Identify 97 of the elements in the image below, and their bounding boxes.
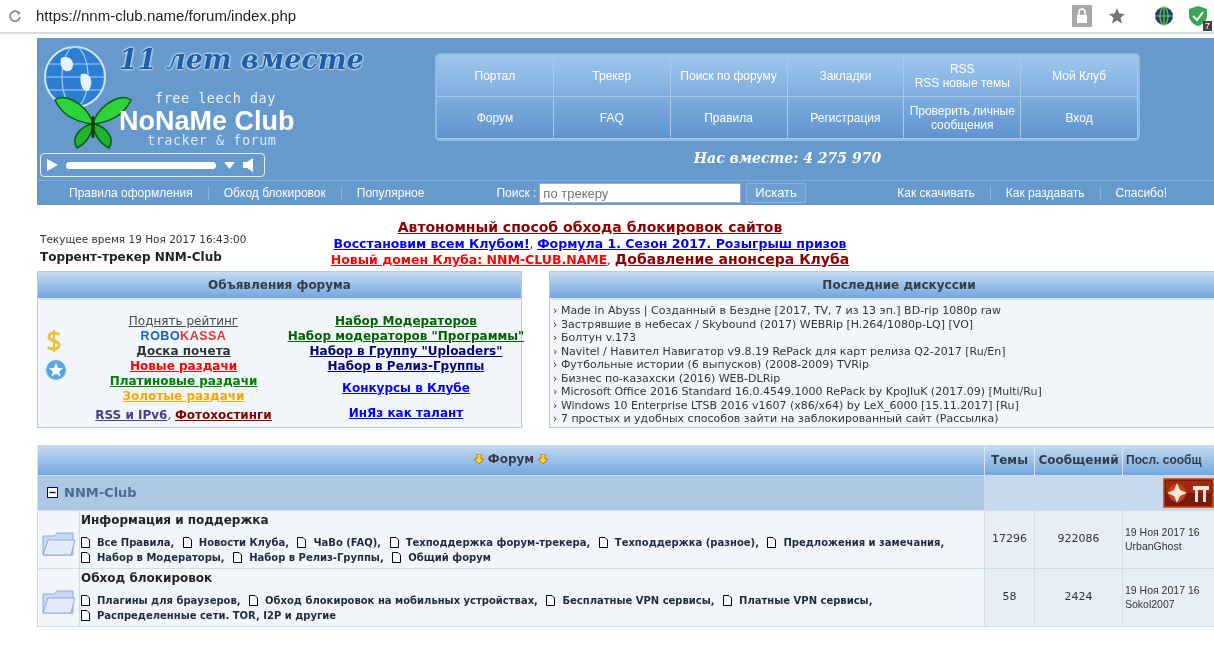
- folder-icon: [41, 530, 76, 558]
- forum-title[interactable]: Обход блокировок: [81, 570, 213, 586]
- subforum-link[interactable]: Платные VPN сервисы,: [739, 594, 873, 607]
- subforum-link[interactable]: Распределенные сети. TOR, I2P и другие: [97, 609, 336, 622]
- count-cell: 58: [984, 568, 1035, 626]
- subforum-link[interactable]: Набор в Модераторы,: [97, 551, 225, 564]
- members-count: Нас вместе: 4 275 970: [692, 149, 883, 168]
- play-icon[interactable]: [47, 159, 58, 171]
- announcement-link[interactable]: Добавление анонсера Клуба: [614, 251, 850, 267]
- collapse-icon[interactable]: [47, 487, 58, 498]
- page-icon: [297, 537, 307, 548]
- subforum-link[interactable]: Техподдержка (разное),: [614, 536, 759, 549]
- panel-title: Последние дискуссии: [550, 272, 1214, 300]
- arrow-down-icon: [538, 454, 549, 465]
- count-cell: 2424: [1034, 568, 1123, 626]
- page-icon: [723, 595, 733, 606]
- page-icon: [233, 552, 243, 563]
- logo-tagline: free leech day: [155, 92, 276, 106]
- subforum-link[interactable]: Предложения и замечания,: [783, 536, 945, 549]
- page-icon: [598, 537, 608, 548]
- subforum-link[interactable]: Новости Клуба,: [198, 536, 289, 549]
- subforum-link[interactable]: ЧаВо (FAQ),: [313, 536, 382, 549]
- column-header: Посл. сообщ: [1122, 445, 1214, 475]
- announcement-link[interactable]: Фотохостинги: [174, 408, 272, 422]
- count-cell: 17296: [984, 510, 1035, 568]
- announcement-link[interactable]: Автономный способ обхода блокировок сайтов: [397, 219, 783, 235]
- column-header: Сообщений: [1034, 445, 1123, 475]
- subforum-link[interactable]: Обход блокировок на мобильных устройствах,: [265, 594, 538, 607]
- subforum-link[interactable]: Техподдержка форум-трекера,: [405, 536, 591, 549]
- announcement-link[interactable]: Набор в Группу "Uploaders": [309, 344, 503, 358]
- page-icon: [249, 595, 259, 606]
- announcement-link[interactable]: Конкурсы в Клубе: [342, 381, 470, 395]
- logo-name: NoNaMe Club: [119, 108, 295, 135]
- forum-title[interactable]: Информация и поддержка: [81, 512, 269, 528]
- discussion-link[interactable]: › Made in Abyss | Созданный в Бездне [2017, TV, 7 из 13 эп.] BD-rip 1080p raw: [553, 304, 1214, 318]
- logo-headline: 11 лет вместе: [119, 46, 364, 73]
- page-icon: [767, 537, 777, 548]
- discussion-link[interactable]: › Застрявшие в небесах / Skybound (2017) WEBRip [H.264/1080p-LQ] [VO]: [553, 317, 1214, 331]
- star-icon[interactable]: [1108, 7, 1126, 25]
- search-field[interactable]: по трекеру: [539, 183, 742, 203]
- last-post-date: 19 Ноя 2017 16: [1125, 525, 1201, 539]
- separator-text: ,: [607, 254, 611, 267]
- arrow-down-icon: [473, 454, 484, 465]
- page-icon: [392, 552, 402, 563]
- announcement-link[interactable]: Доска почета: [136, 344, 231, 358]
- folder-icon: [41, 588, 76, 616]
- separator-text: ,: [167, 409, 171, 422]
- globe-icon[interactable]: [1154, 6, 1174, 26]
- page-icon: [182, 537, 192, 548]
- announcement-link[interactable]: Набор Модераторов: [335, 314, 477, 328]
- announcement-link[interactable]: Формула 1. Сезон 2017. Розыгрыш призов: [537, 236, 847, 251]
- subforum-link[interactable]: Бесплатные VPN сервисы,: [562, 594, 715, 607]
- caret-icon[interactable]: [224, 161, 235, 169]
- discussion-link[interactable]: › Бизнес по-казахски (2016) WEB-DLRip: [553, 371, 1214, 385]
- last-post-author[interactable]: UrbanGhost: [1125, 539, 1214, 553]
- separator-text: ,: [529, 238, 534, 251]
- subforum-link[interactable]: Все Правила,: [97, 536, 175, 549]
- discussion-link[interactable]: › 7 простых и удобных способов зайти на заблокированный сайт (Рассылка): [553, 412, 1214, 426]
- announcement-link[interactable]: ИнЯз как талант: [348, 406, 464, 420]
- shield-icon[interactable]: [1188, 5, 1208, 27]
- discussion-link[interactable]: › Футбольные истории (6 выпусков) (2008-2009) TVRip: [553, 358, 1214, 372]
- last-post-date: 19 Ноя 2017 16: [1125, 583, 1201, 597]
- discussion-link[interactable]: › Windows 10 Enterprise LTSB 2016 v1607 (x86/x64) by LeX_6000 [15.11.2017] [Ru]: [553, 398, 1214, 412]
- badge-count: 7: [1203, 21, 1212, 31]
- reload-icon[interactable]: [8, 9, 22, 23]
- announcement-link[interactable]: Новые раздачи: [129, 359, 238, 373]
- announcement-link[interactable]: Восстановим всем Клубом!: [333, 236, 530, 251]
- current-time: Текущее время 19 Ноя 2017 16:43:00: [40, 232, 248, 248]
- logo-text: KASSA: [180, 329, 227, 343]
- column-header: Темы: [984, 445, 1035, 475]
- announcement-link[interactable]: Набор в Релиз-Группы: [327, 359, 485, 373]
- search-label: Поиск :: [496, 185, 537, 202]
- page-icon: [389, 537, 399, 548]
- globe-icon: [43, 44, 107, 110]
- site-title: Торрент-трекер NNM-Club: [40, 249, 223, 266]
- star-icon: [46, 360, 66, 380]
- subforum-link[interactable]: Плагины для браузеров,: [97, 594, 241, 607]
- dollar-icon: [46, 330, 62, 352]
- count-cell: 922086: [1034, 510, 1123, 568]
- seek-bar[interactable]: [66, 161, 216, 169]
- volume-icon[interactable]: [243, 158, 255, 172]
- discussion-link[interactable]: › Болтун v.173: [553, 331, 1214, 345]
- address-field[interactable]: https://nnm-club.name/forum/index.php: [36, 4, 297, 28]
- logo-text: ROBO: [140, 329, 181, 343]
- page-icon: [546, 595, 556, 606]
- panel-title: Объявления форума: [38, 272, 521, 300]
- announcement-link[interactable]: Платиновые раздачи: [109, 374, 258, 388]
- subforum-link[interactable]: Набор в Релиз-Группы,: [249, 551, 384, 564]
- announcement-link[interactable]: Набор модераторов "Программы": [287, 329, 525, 343]
- lock-icon[interactable]: [1072, 5, 1092, 27]
- discussion-link[interactable]: › Navitel / Навител Навигатор v9.8.19 RePack для карт релиза Q2-2017 [Ru/En]: [553, 344, 1214, 358]
- last-post-author[interactable]: Sokol2007: [1125, 597, 1214, 611]
- subforum-link[interactable]: Общий форум: [408, 551, 491, 564]
- discussion-link[interactable]: › Microsoft Office 2016 Standard 16.0.4549.1000 RePack by KpoJIuK (2017.09) [Multi/Ru]: [553, 385, 1214, 399]
- column-header: Форум: [487, 451, 535, 469]
- logo-subtitle: tracker & forum: [147, 134, 277, 148]
- announcement-link[interactable]: Поднять рейтинг: [128, 314, 239, 328]
